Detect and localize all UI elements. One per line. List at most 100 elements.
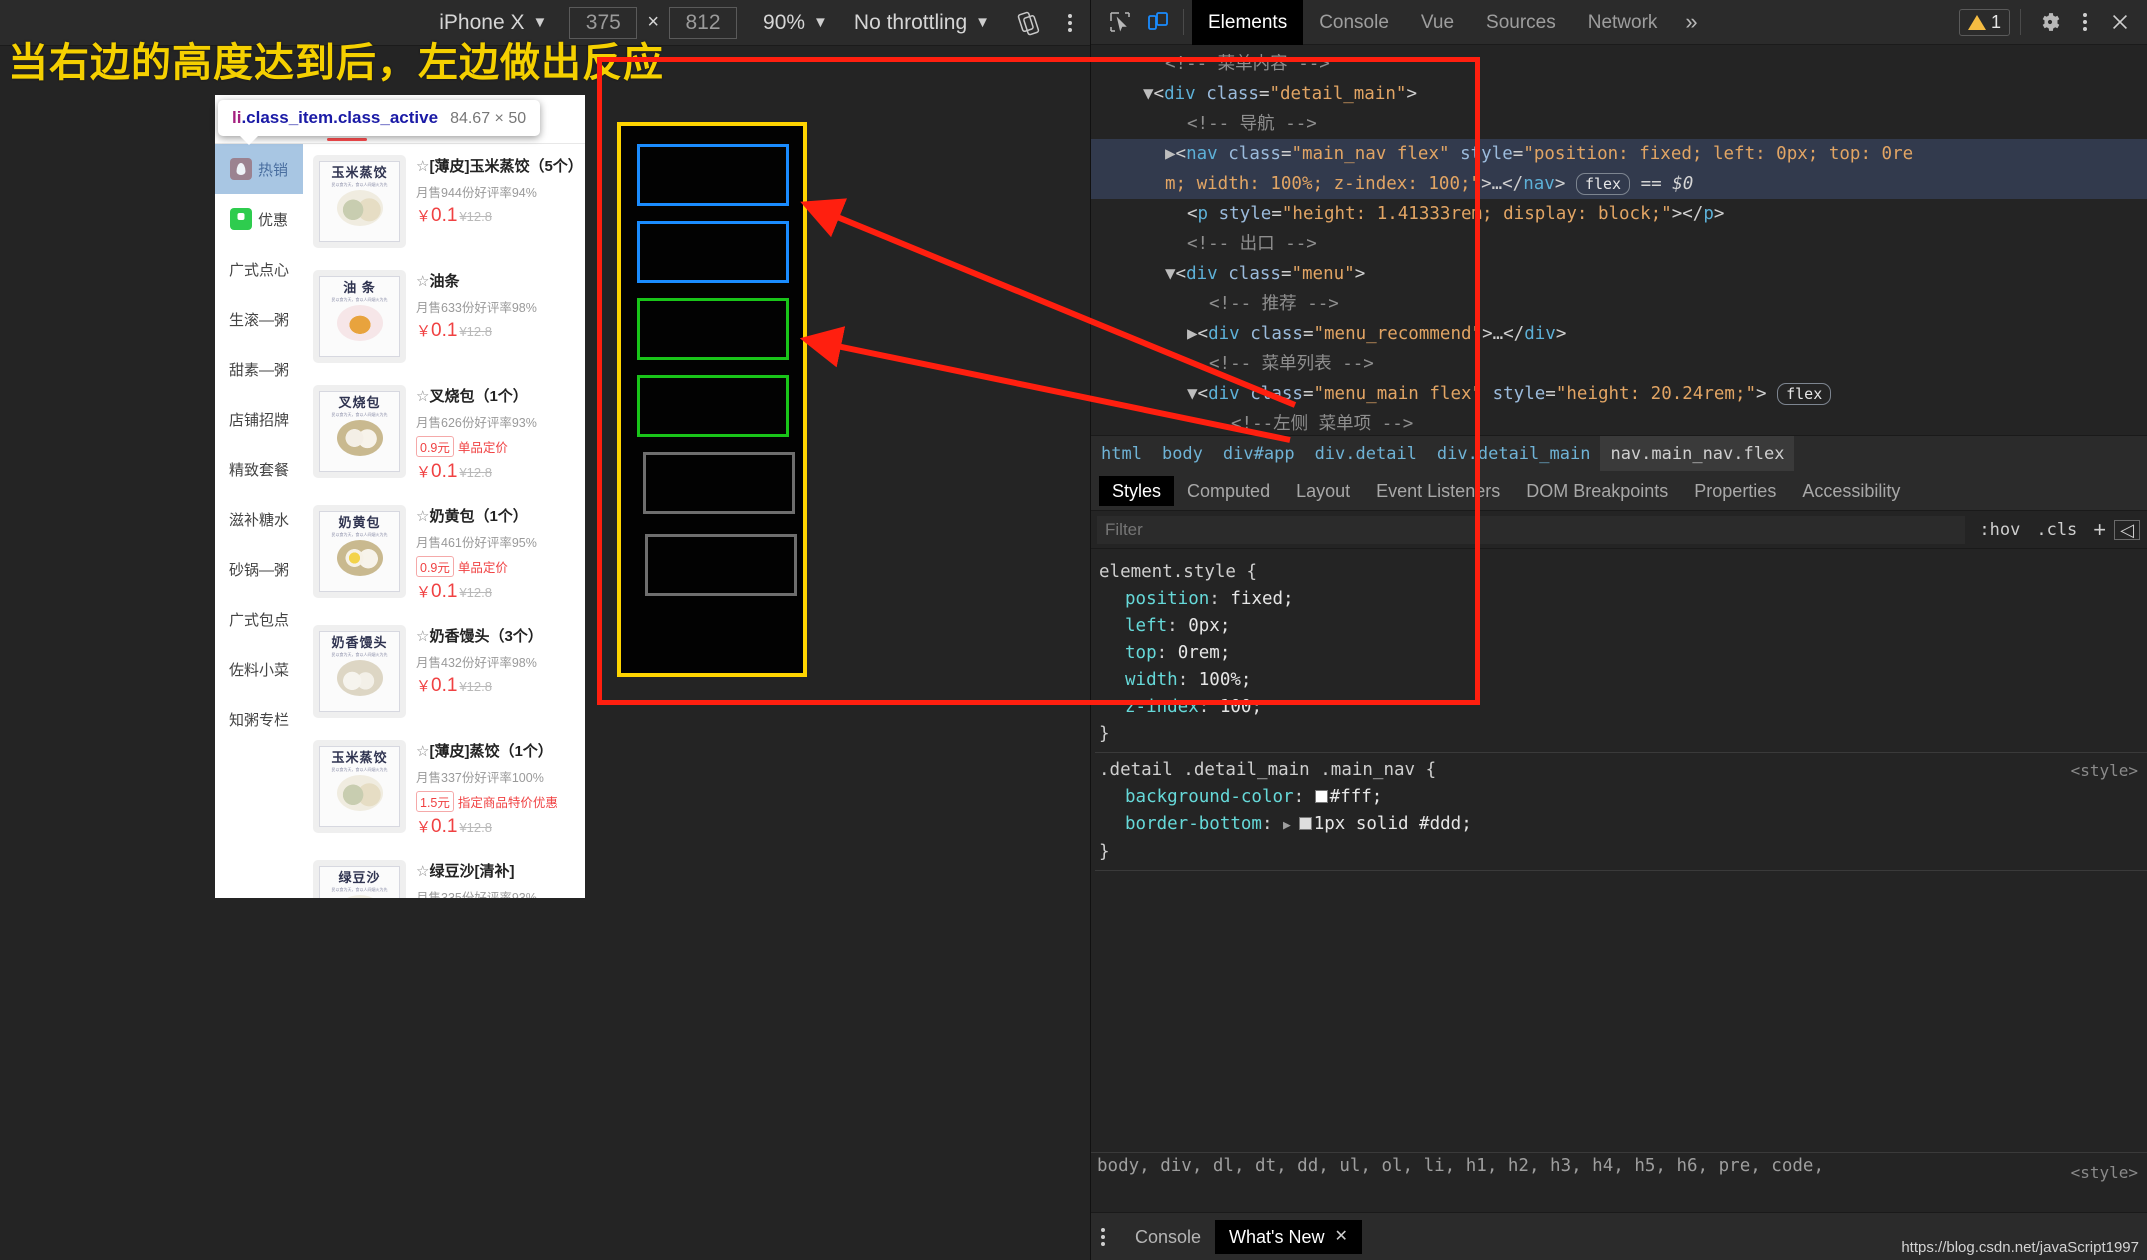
dom-tree-line[interactable]: <!-- 导航 --> bbox=[1091, 109, 2147, 139]
style-declaration[interactable]: z-index: 100; bbox=[1095, 694, 2147, 721]
gear-icon[interactable] bbox=[2031, 3, 2069, 41]
dom-tree-line[interactable]: <!-- 菜单内容 --> bbox=[1091, 49, 2147, 79]
styles-tab-dom-breakpoints[interactable]: DOM Breakpoints bbox=[1513, 476, 1681, 506]
style-declaration[interactable]: top: 0rem; bbox=[1095, 640, 2147, 667]
sidebar-toggle-icon[interactable]: ◁ bbox=[2114, 519, 2140, 540]
goods-item[interactable]: 油 条民以食为天，食以人间烟火为先 ☆油条 月售633份好评率98% ￥0.1 ¥12.… bbox=[303, 259, 585, 374]
breadcrumb-item[interactable]: div#app bbox=[1213, 436, 1305, 472]
throttling-selector[interactable]: No throttling ▼ bbox=[854, 11, 990, 35]
goods-item[interactable]: 玉米蒸饺 民以食为天，食以人间烟火为先 ☆[薄皮]玉米蒸饺（5个） 月售944份好评率… bbox=[303, 144, 585, 259]
style-declaration[interactable]: left: 0px; bbox=[1095, 613, 2147, 640]
goods-item[interactable]: 玉米蒸饺 民以食为天，食以人间烟火为先 ☆[薄皮]蒸饺（1个） 月售337份好评率10… bbox=[303, 729, 585, 849]
new-style-rule-button[interactable]: + bbox=[2085, 517, 2114, 543]
tab-console[interactable]: Console bbox=[1303, 0, 1405, 45]
style-rule-selector[interactable]: element.style { bbox=[1095, 559, 2147, 586]
styles-tab-properties[interactable]: Properties bbox=[1681, 476, 1789, 506]
dom-tree-line[interactable]: <!--左侧 菜单项 --> bbox=[1091, 409, 2147, 435]
category-item[interactable]: 优惠 bbox=[215, 194, 303, 244]
color-swatch[interactable] bbox=[1298, 817, 1312, 830]
style-property-name[interactable]: top bbox=[1125, 643, 1157, 663]
style-property-name[interactable]: width bbox=[1125, 670, 1178, 690]
styles-tab-accessibility[interactable]: Accessibility bbox=[1789, 476, 1913, 506]
style-rule[interactable]: .detail .detail_main .main_nav {<style> b… bbox=[1095, 752, 2147, 870]
style-property-name[interactable]: left bbox=[1125, 616, 1167, 636]
breadcrumb-item[interactable]: div.detail_main bbox=[1427, 436, 1601, 472]
style-property-value[interactable]: #fff; bbox=[1330, 787, 1383, 807]
style-declaration[interactable]: border-bottom: ▶ 1px solid #ddd; bbox=[1095, 811, 2147, 839]
favorite-star-icon[interactable]: ☆ bbox=[416, 273, 429, 290]
category-item[interactable]: 知粥专栏 bbox=[215, 694, 303, 744]
drawer-more-icon[interactable] bbox=[1101, 1227, 1105, 1246]
category-item[interactable]: 广式包点 bbox=[215, 594, 303, 644]
dom-tree-line[interactable]: ▼<div class="detail_main"> bbox=[1091, 79, 2147, 109]
goods-item[interactable]: 叉烧包 民以食为天，食以人间烟火为先 ☆叉烧包（1个） 月售626份好评率93% 0.9… bbox=[303, 374, 585, 494]
styles-rules-panel[interactable]: element.style {position: fixed; left: 0px… bbox=[1091, 549, 2147, 871]
style-rule[interactable]: .flex {public.css:40display: flex; } bbox=[1095, 870, 2147, 871]
drawer-tab-whats-new[interactable]: What's New ✕ bbox=[1215, 1219, 1362, 1254]
style-property-name[interactable]: z-index bbox=[1125, 697, 1199, 717]
goods-list[interactable]: 玉米蒸饺 民以食为天，食以人间烟火为先 ☆[薄皮]玉米蒸饺（5个） 月售944份好评率… bbox=[303, 144, 585, 898]
favorite-star-icon[interactable]: ☆ bbox=[416, 628, 429, 645]
favorite-star-icon[interactable]: ☆ bbox=[416, 158, 429, 175]
tab-sources[interactable]: Sources bbox=[1470, 0, 1572, 45]
breadcrumb-item[interactable]: nav.main_nav.flex bbox=[1600, 435, 1795, 472]
favorite-star-icon[interactable]: ☆ bbox=[416, 508, 429, 525]
rotate-icon[interactable] bbox=[1016, 10, 1042, 36]
hov-button[interactable]: :hov bbox=[1971, 520, 2028, 540]
style-property-value[interactable]: 1px solid #ddd; bbox=[1314, 814, 1472, 834]
dom-tree-line[interactable]: ▼<div class="menu_main flex" style="heig… bbox=[1091, 379, 2147, 409]
drawer-tab-console[interactable]: Console bbox=[1121, 1220, 1215, 1254]
dom-tree-panel[interactable]: <!-- 菜单内容 --> ▼<div class="detail_main"> <… bbox=[1091, 45, 2147, 435]
category-item[interactable]: 生滚—粥 bbox=[215, 294, 303, 344]
dom-tree-line[interactable]: <!-- 出口 --> bbox=[1091, 229, 2147, 259]
favorite-star-icon[interactable]: ☆ bbox=[416, 863, 429, 880]
chevron-double-right-icon[interactable]: » bbox=[1673, 9, 1709, 35]
goods-item[interactable]: 绿豆沙民以食为天，食以人间烟火为先☆绿豆沙[清补]月售335份好评率93%￥0.… bbox=[303, 849, 585, 898]
device-toolbar-more-icon[interactable] bbox=[1068, 13, 1072, 32]
device-toolbar-icon[interactable] bbox=[1139, 3, 1177, 41]
style-rule[interactable]: element.style {position: fixed; left: 0px… bbox=[1095, 555, 2147, 752]
style-declaration[interactable]: background-color: #fff; bbox=[1095, 784, 2147, 811]
goods-item[interactable]: 奶香馒头 民以食为天，食以人间烟火为先 ☆奶香馒头（3个） 月售432份好评率98% ￥… bbox=[303, 614, 585, 729]
inspect-cursor-icon[interactable] bbox=[1101, 3, 1139, 41]
breadcrumb[interactable]: html body div#app div.detail div.detail_main… bbox=[1091, 435, 2147, 472]
dom-tree-line[interactable]: ▶<div class="menu_recommend">…</div> bbox=[1091, 319, 2147, 349]
devtools-more-icon[interactable] bbox=[2083, 13, 2087, 31]
dom-tree-line[interactable]: <!-- 推荐 --> bbox=[1091, 289, 2147, 319]
category-item[interactable]: 热销 bbox=[215, 144, 303, 194]
styles-tab-layout[interactable]: Layout bbox=[1283, 476, 1363, 506]
styles-tab-computed[interactable]: Computed bbox=[1174, 476, 1283, 506]
style-property-name[interactable]: position bbox=[1125, 589, 1209, 609]
category-sidebar[interactable]: 热销 优惠 广式点心 生滚—粥 甜素—粥 店铺招牌 精致套餐 滋补糖水 砂锅—粥 广式包点 佐料小菜… bbox=[215, 144, 303, 898]
tab-vue[interactable]: Vue bbox=[1405, 0, 1470, 45]
viewport-height-input[interactable]: 812 bbox=[669, 6, 738, 39]
style-declaration[interactable]: width: 100%; bbox=[1095, 667, 2147, 694]
styles-tab-styles[interactable]: Styles bbox=[1099, 475, 1175, 506]
favorite-star-icon[interactable]: ☆ bbox=[416, 743, 429, 760]
styles-filter-input[interactable] bbox=[1097, 515, 1966, 544]
mobile-viewport[interactable]: 点餐 商家 热销优惠广式点心生滚—粥甜素—粥店铺招牌精致套餐滋补糖水砂锅—粥广式… bbox=[215, 95, 585, 898]
dom-tree-line[interactable]: ⋯▶<nav class="main_nav flex" style="posi… bbox=[1091, 139, 2147, 169]
close-icon[interactable]: ✕ bbox=[1335, 1220, 1348, 1254]
style-declaration[interactable]: position: fixed; bbox=[1095, 586, 2147, 613]
dom-tree-line[interactable]: m; width: 100%; z-index: 100;">…</nav> f… bbox=[1091, 169, 2147, 199]
dom-tree-line[interactable]: ▼<div class="menu"> bbox=[1091, 259, 2147, 289]
tab-network[interactable]: Network bbox=[1572, 0, 1674, 45]
category-item[interactable]: 精致套餐 bbox=[215, 444, 303, 494]
style-rule-selector[interactable]: .detail .detail_main .main_nav { bbox=[1095, 757, 2147, 784]
expand-shorthand-icon[interactable]: ▶ bbox=[1283, 818, 1299, 833]
color-swatch[interactable] bbox=[1314, 790, 1328, 803]
category-item[interactable]: 甜素—粥 bbox=[215, 344, 303, 394]
breadcrumb-item[interactable]: html bbox=[1091, 436, 1152, 472]
style-property-name[interactable]: border-bottom bbox=[1125, 814, 1262, 834]
tab-elements[interactable]: Elements bbox=[1192, 0, 1304, 45]
styles-tab-event-listeners[interactable]: Event Listeners bbox=[1363, 476, 1513, 506]
cls-button[interactable]: .cls bbox=[2028, 520, 2085, 540]
category-item[interactable]: 店铺招牌 bbox=[215, 394, 303, 444]
style-property-value[interactable]: 100; bbox=[1220, 697, 1262, 717]
warning-count-badge[interactable]: 1 bbox=[1958, 8, 2010, 36]
breadcrumb-item[interactable]: div.detail bbox=[1305, 436, 1427, 472]
zoom-selector[interactable]: 90% ▼ bbox=[763, 11, 828, 35]
close-icon[interactable] bbox=[2101, 3, 2139, 41]
favorite-star-icon[interactable]: ☆ bbox=[416, 388, 429, 405]
